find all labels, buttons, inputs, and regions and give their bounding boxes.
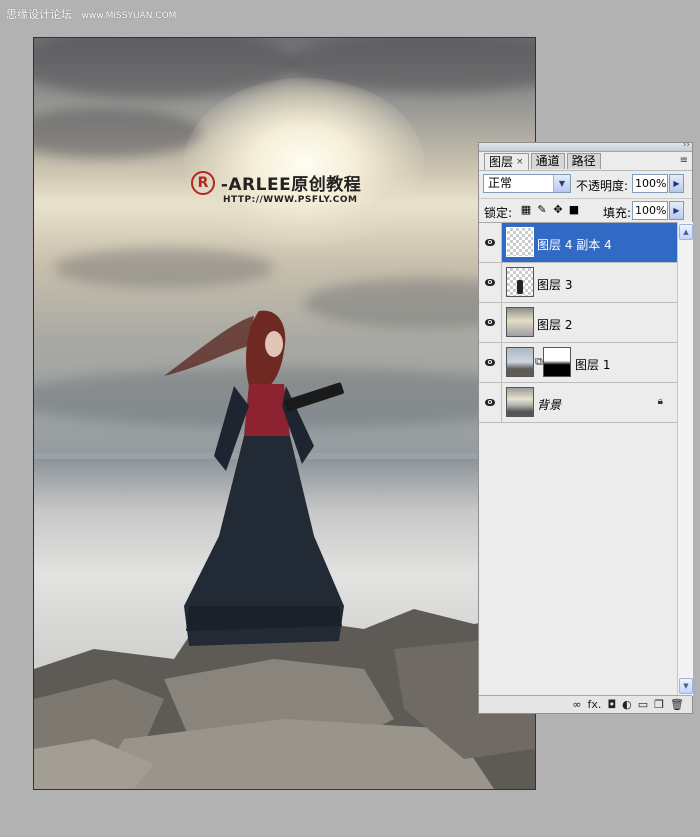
tab-label: 通道	[535, 154, 560, 168]
panel-titlebar[interactable]: ››	[479, 140, 692, 152]
opacity-slider-button[interactable]: ▶	[669, 174, 684, 193]
lock-move-icon[interactable]: ✥	[552, 203, 564, 216]
mask-icon[interactable]: ◘	[607, 698, 616, 711]
visibility-toggle[interactable]	[479, 383, 502, 422]
registered-mark: R	[191, 170, 215, 195]
fill-input[interactable]: 100%	[632, 201, 668, 220]
trash-icon[interactable]: 🗑︎	[670, 698, 684, 711]
close-icon[interactable]: ×	[516, 155, 524, 170]
visibility-toggle[interactable]	[479, 343, 502, 382]
lock-all-icon[interactable]: ■	[568, 203, 580, 216]
layer-row[interactable]: 图层 3	[479, 263, 677, 303]
eye-icon	[485, 239, 495, 246]
panel-menu-icon[interactable]: ≡	[680, 155, 688, 166]
blend-mode-select[interactable]: 正常 ▼	[483, 174, 571, 193]
tab-paths[interactable]: 路径	[566, 153, 601, 169]
lock-icon: 🔒︎	[657, 396, 663, 407]
layer-name: 图层 2	[537, 318, 573, 332]
tab-layers[interactable]: 图层 ×	[484, 153, 529, 170]
new-layer-icon[interactable]: ❐	[654, 698, 664, 711]
tab-channels[interactable]: 通道	[530, 153, 565, 169]
layer-name: 图层 4 副本 4	[537, 238, 612, 252]
layer-thumbnail	[506, 387, 534, 417]
watermark-cn: 思缘设计论坛	[6, 8, 72, 21]
layers-panel: ›› 图层 × 通道 路径 ≡ 正常 ▼ 不透明度: 100% ▶ 锁定: ▦ …	[478, 140, 693, 714]
visibility-toggle[interactable]	[479, 263, 502, 302]
eye-icon	[485, 359, 495, 366]
layer-thumbnail	[506, 227, 534, 257]
scroll-down-button[interactable]: ▼	[679, 678, 693, 694]
watermark: 思缘设计论坛 www.MISSYUAN.COM	[6, 6, 176, 22]
visibility-toggle[interactable]	[479, 223, 502, 262]
lock-icons: ▦ ✎ ✥ ■	[520, 203, 580, 216]
layer-thumbnail	[506, 307, 534, 337]
adjustment-icon[interactable]: ◐	[622, 698, 632, 711]
cloud	[34, 108, 204, 158]
fill-slider-button[interactable]: ▶	[669, 201, 684, 220]
lock-transparency-icon[interactable]: ▦	[520, 203, 532, 216]
blend-mode-value: 正常	[488, 176, 513, 190]
layer-row[interactable]: 背景 🔒︎	[479, 383, 677, 423]
watermark-url: www.MISSYUAN.COM	[81, 11, 177, 21]
layer-thumbnail	[506, 347, 534, 377]
panel-bottom-bar: ∞ fx. ◘ ◐ ▭ ❐ 🗑︎	[479, 695, 692, 713]
link-icon[interactable]: ∞	[572, 698, 581, 711]
layers-list: 图层 4 副本 4 图层 3 图层 2 ⧉ 图层 1 背景 🔒︎	[479, 222, 677, 697]
blend-opacity-row: 正常 ▼ 不透明度: 100% ▶	[479, 170, 692, 199]
eye-icon	[485, 399, 495, 406]
image-canvas[interactable]: R -ARLEE原创教程 HTTP://WWW.PSFLY.COM	[33, 37, 536, 790]
eye-icon	[485, 319, 495, 326]
visibility-toggle[interactable]	[479, 303, 502, 342]
fx-icon[interactable]: fx.	[588, 698, 602, 711]
tab-label: 图层	[489, 154, 514, 169]
layer-name: 图层 1	[575, 358, 611, 372]
tab-label: 路径	[571, 154, 596, 168]
figure-woman	[164, 310, 344, 646]
layer-mask-thumbnail[interactable]	[543, 347, 571, 377]
opacity-input[interactable]: 100%	[632, 174, 668, 193]
folder-icon[interactable]: ▭	[638, 698, 648, 711]
logo-url: HTTP://WWW.PSFLY.COM	[223, 195, 358, 205]
panel-tabs: 图层 × 通道 路径	[484, 153, 601, 170]
scroll-up-button[interactable]: ▲	[679, 224, 693, 240]
cloud	[54, 248, 274, 288]
layer-name: 背景	[537, 398, 562, 412]
lock-paint-icon[interactable]: ✎	[536, 203, 548, 216]
layer-row[interactable]: 图层 4 副本 4	[479, 223, 677, 263]
lock-fill-row: 锁定: ▦ ✎ ✥ ■ 填充: 100% ▶	[479, 198, 692, 223]
layer-row[interactable]: ⧉ 图层 1	[479, 343, 677, 383]
logo-title: -ARLEE原创教程	[220, 175, 362, 195]
fill-label: 填充:	[603, 206, 632, 220]
eye-icon	[485, 279, 495, 286]
layers-scrollbar[interactable]: ▲ ▼	[677, 222, 693, 696]
logo: R -ARLEE原创教程 HTTP://WWW.PSFLY.COM	[191, 170, 361, 205]
panel-collapse-icon[interactable]: ››	[683, 140, 690, 150]
layer-row[interactable]: 图层 2	[479, 303, 677, 343]
chevron-down-icon[interactable]: ▼	[553, 175, 570, 192]
layer-name: 图层 3	[537, 278, 573, 292]
opacity-label: 不透明度:	[576, 179, 629, 193]
chain-link-icon[interactable]: ⧉	[535, 355, 543, 369]
layer-thumbnail	[506, 267, 534, 297]
sun-glow	[184, 78, 424, 248]
lock-label: 锁定:	[484, 206, 513, 220]
